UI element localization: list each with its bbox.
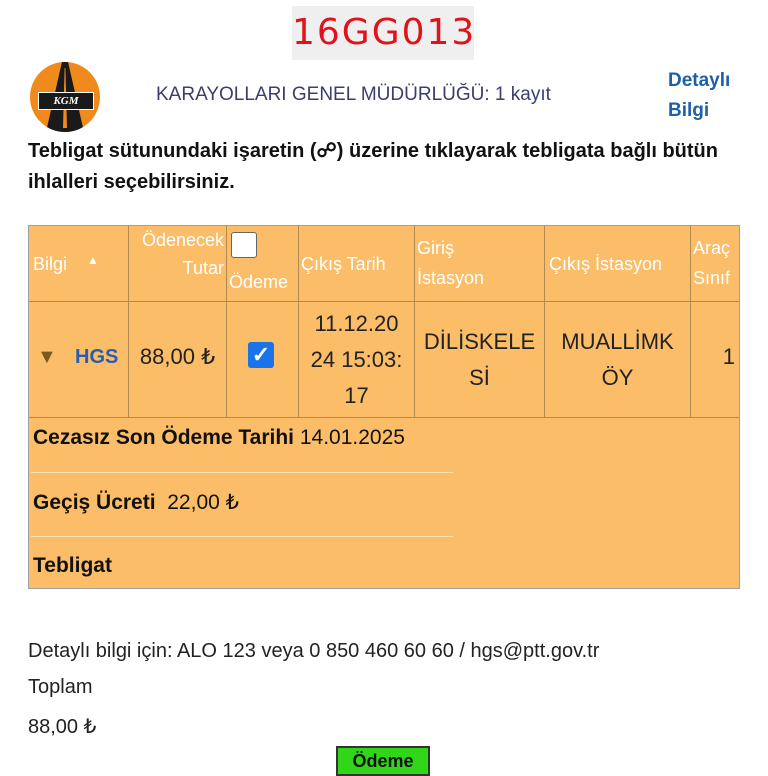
header-cikis-istasyon: Çıkış İstasyon: [545, 226, 691, 302]
row-exit-station: MUALLİMK ÖY: [545, 302, 691, 418]
hgs-link[interactable]: HGS: [75, 346, 118, 369]
deadline-value: 14.01.2025: [299, 426, 405, 449]
row-entry-station: DİLİSKELE Sİ: [415, 302, 545, 418]
header-bilgi[interactable]: Bilgi ▲: [29, 226, 129, 302]
divider: [31, 536, 453, 537]
contact-info: Detaylı bilgi için: ALO 123 veya 0 850 4…: [28, 640, 600, 662]
detail-info-link[interactable]: Detaylı Bilgi: [668, 66, 748, 126]
toll-label: Geçiş Ücreti: [33, 491, 156, 514]
exit-station-line1: MUALLİMK: [561, 329, 674, 354]
exit-date-line2: 24 15:03:: [310, 347, 403, 372]
header-bilgi-label: Bilgi: [33, 254, 68, 274]
header-tutar: Ödenecek Tutar: [129, 226, 227, 302]
exit-station-line2: ÖY: [601, 365, 634, 390]
row-bilgi: ▼ HGS: [29, 302, 129, 418]
header-cikis-tarih-label: Çıkış Tarih: [301, 254, 386, 274]
header-odeme: Ödeme: [227, 226, 299, 302]
total-value: 88,00 ₺: [28, 716, 97, 738]
notice-label: Tebligat: [33, 554, 112, 577]
select-all-checkbox[interactable]: [231, 232, 257, 258]
exit-date-line1: 11.12.20: [314, 311, 399, 336]
logo-text: KGM: [38, 92, 94, 110]
header-odeme-label: Ödeme: [229, 272, 289, 292]
violations-table: Bilgi ▲ Ödenecek Tutar Ödeme Çıkış Tarih…: [28, 225, 740, 589]
toll-row: Geçiş Ücreti 22,00 ₺: [33, 490, 239, 515]
deadline-label: Cezasız Son Ödeme Tarihi: [33, 426, 295, 449]
agency-record-count: KARAYOLLARI GENEL MÜDÜRLÜĞÜ: 1 kayıt: [156, 84, 551, 105]
detail-link-line1: Detaylı: [668, 70, 731, 91]
plate-number: 16GG013: [292, 6, 474, 60]
row-exit-date: 11.12.20 24 15:03: 17: [299, 302, 415, 418]
header-arac-line2: Sınıf: [693, 268, 731, 288]
row-amount: 88,00 ₺: [129, 302, 227, 418]
header-arac-sinif: Araç Sınıf: [691, 226, 739, 302]
header-cikis-tarih: Çıkış Tarih: [299, 226, 415, 302]
expand-triangle-icon[interactable]: ▼: [37, 346, 57, 369]
row-odeme: ✓: [227, 302, 299, 418]
deadline-row: Cezasız Son Ödeme Tarihi 14.01.2025: [33, 426, 405, 450]
row-vehicle-class: 1: [691, 302, 739, 418]
payment-checkbox[interactable]: ✓: [248, 342, 274, 368]
divider: [31, 472, 453, 473]
toll-value: 22,00 ₺: [167, 491, 239, 514]
sort-up-icon: ▲: [87, 253, 99, 267]
header-arac-line1: Araç: [693, 238, 731, 258]
header-giris-istasyon: Giriş İstasyon: [415, 226, 545, 302]
kgm-logo: KGM: [30, 62, 100, 132]
header-giris-line2: İstasyon: [417, 268, 485, 288]
instruction-text: Tebligat sütunundaki işaretin (☍) üzerin…: [28, 140, 718, 193]
notice-row[interactable]: Tebligat: [33, 554, 112, 578]
header-tutar-line2: Tutar: [182, 258, 224, 278]
detail-link-line2: Bilgi: [668, 100, 710, 121]
header-cikis-istasyon-label: Çıkış İstasyon: [549, 254, 663, 274]
header-tutar-line1: Ödenecek: [141, 230, 224, 250]
entry-station-line1: DİLİSKELE: [423, 329, 536, 354]
entry-station-line2: Sİ: [469, 365, 490, 390]
pay-button[interactable]: Ödeme: [336, 746, 430, 776]
header-giris-line1: Giriş: [417, 238, 454, 258]
total-label: Toplam: [28, 676, 93, 698]
exit-date-line3: 17: [344, 383, 369, 408]
